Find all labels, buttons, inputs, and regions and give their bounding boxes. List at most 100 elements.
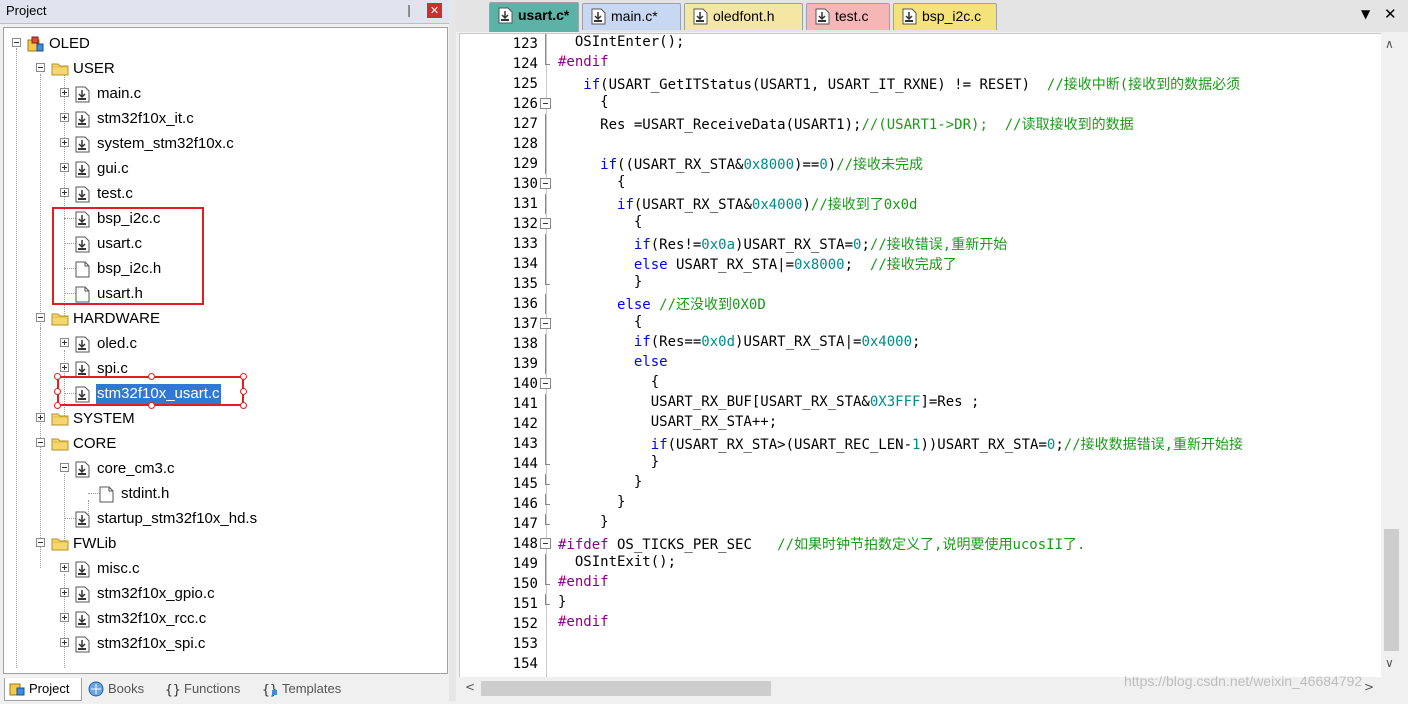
code-line[interactable]: OSIntEnter(); — [558, 34, 685, 54]
collapse-toggle-icon[interactable] — [60, 463, 69, 472]
pane-splitter[interactable] — [449, 0, 456, 701]
tree-item[interactable]: stm32f10x_it.c — [4, 107, 444, 131]
file-tab[interactable]: usart.c* — [489, 2, 579, 32]
fold-collapse-icon[interactable] — [540, 178, 551, 189]
file-tab[interactable]: main.c* — [582, 3, 681, 30]
pin-icon[interactable]: ❘ — [402, 3, 416, 18]
code-line[interactable]: } — [558, 274, 642, 294]
expand-toggle-icon[interactable] — [36, 413, 45, 422]
tree-item[interactable]: gui.c — [4, 157, 444, 181]
code-line[interactable]: if(USART_GetITStatus(USART1, USART_IT_RX… — [558, 74, 1240, 94]
scroll-left-icon[interactable]: < — [465, 680, 475, 694]
collapse-toggle-icon[interactable] — [36, 313, 45, 322]
code-line[interactable]: else USART_RX_STA|=0x8000; //接收完成了 — [558, 254, 957, 274]
tree-item[interactable]: system_stm32f10x.c — [4, 132, 444, 156]
expand-toggle-icon[interactable] — [60, 163, 69, 172]
expand-toggle-icon[interactable] — [60, 563, 69, 572]
file-tab[interactable]: oledfont.h — [684, 3, 803, 30]
file-tab[interactable]: test.c — [806, 3, 890, 30]
expand-toggle-icon[interactable] — [60, 613, 69, 622]
expand-toggle-icon[interactable] — [60, 188, 69, 197]
tree-item[interactable]: oled.c — [4, 332, 444, 356]
project-tree: OLED USER main.c stm32f10x_it.c system_stm32… — [3, 27, 448, 674]
tree-item-label: core_cm3.c — [97, 460, 175, 477]
code-line[interactable]: if(Res==0x0d)USART_RX_STA|=0x4000; — [558, 334, 921, 354]
expand-toggle-icon[interactable] — [60, 638, 69, 647]
collapse-toggle-icon[interactable] — [36, 438, 45, 447]
expand-toggle-icon[interactable] — [60, 113, 69, 122]
code-line[interactable]: #endif — [558, 54, 609, 74]
tree-item[interactable]: CORE — [4, 432, 444, 456]
vertical-scrollbar[interactable]: ∧ ∨ — [1381, 33, 1401, 676]
code-line[interactable]: } — [558, 454, 659, 474]
code-line[interactable]: { — [558, 174, 625, 194]
tab-list-dropdown-icon[interactable]: ▼ — [1361, 7, 1370, 21]
close-tab-icon[interactable]: ✕ — [1384, 5, 1397, 23]
code-line[interactable]: #endif — [558, 614, 609, 634]
vertical-scroll-thumb[interactable] — [1384, 529, 1399, 651]
expand-toggle-icon[interactable] — [60, 363, 69, 372]
code-line[interactable]: USART_RX_BUF[USART_RX_STA&0X3FFF]=Res ; — [558, 394, 980, 414]
file-tab-label: test.c — [835, 8, 869, 24]
tree-item[interactable]: OLED — [4, 32, 444, 56]
tree-item[interactable]: test.c — [4, 182, 444, 206]
tree-item[interactable]: stm32f10x_spi.c — [4, 632, 444, 656]
collapse-toggle-icon[interactable] — [36, 538, 45, 547]
horizontal-scroll-thumb[interactable] — [481, 681, 771, 696]
expand-toggle-icon[interactable] — [60, 588, 69, 597]
fold-end-marker — [545, 504, 550, 505]
code-line[interactable]: if(Res!=0x0a)USART_RX_STA=0;//接收错误,重新开始 — [558, 234, 1007, 254]
code-line[interactable]: USART_RX_STA++; — [558, 414, 777, 434]
code-line[interactable]: } — [558, 594, 566, 614]
code-line[interactable]: { — [558, 374, 659, 394]
code-line[interactable]: #endif — [558, 574, 609, 594]
tree-item[interactable]: USER — [4, 57, 444, 81]
scroll-up-icon[interactable]: ∧ — [1385, 37, 1394, 51]
expand-toggle-icon[interactable] — [60, 338, 69, 347]
code-line[interactable]: #ifdef OS_TICKS_PER_SEC //如果时钟节拍数定义了,说明要… — [558, 534, 1085, 554]
bottom-tab-functions[interactable]: {} Functions — [160, 678, 254, 700]
bottom-tab-templates[interactable]: {} Templates — [258, 678, 354, 700]
code-line[interactable]: } — [558, 514, 608, 534]
close-pane-button[interactable]: ✕ — [427, 3, 442, 18]
code-line[interactable]: if((USART_RX_STA&0x8000)==0)//接收未完成 — [558, 154, 923, 174]
code-line[interactable]: { — [558, 214, 642, 234]
tree-item[interactable]: stm32f10x_rcc.c — [4, 607, 444, 631]
fold-collapse-icon[interactable] — [540, 538, 551, 549]
tree-item[interactable]: startup_stm32f10x_hd.s — [4, 507, 444, 531]
expand-toggle-icon[interactable] — [60, 138, 69, 147]
fold-collapse-icon[interactable] — [540, 318, 551, 329]
bottom-tab-project[interactable]: Project — [4, 678, 82, 701]
tree-item[interactable]: stm32f10x_gpio.c — [4, 582, 444, 606]
code-line[interactable]: if(USART_RX_STA&0x4000)//接收到了0x0d — [558, 194, 917, 214]
code-line[interactable]: } — [558, 474, 642, 494]
collapse-toggle-icon[interactable] — [36, 63, 45, 72]
code-line[interactable]: OSIntExit(); — [558, 554, 676, 574]
scroll-down-icon[interactable]: ∨ — [1385, 656, 1394, 670]
tree-item[interactable]: SYSTEM — [4, 407, 444, 431]
tree-item[interactable]: misc.c — [4, 557, 444, 581]
scroll-right-icon[interactable]: > — [1364, 680, 1374, 694]
tree-item[interactable]: stdint.h — [4, 482, 444, 506]
code-line[interactable]: if(USART_RX_STA>(USART_REC_LEN-1))USART_… — [558, 434, 1243, 454]
code-editor[interactable]: 123 124 125 126 127 128 129 130 131 132 133 134 135 1… — [459, 33, 1382, 677]
expand-toggle-icon[interactable] — [60, 88, 69, 97]
fold-guide — [545, 354, 546, 374]
bottom-tab-books[interactable]: Books — [84, 678, 156, 700]
fold-collapse-icon[interactable] — [540, 378, 551, 389]
fold-collapse-icon[interactable] — [540, 218, 551, 229]
tree-item[interactable]: FWLib — [4, 532, 444, 556]
collapse-toggle-icon[interactable] — [12, 38, 21, 47]
code-line[interactable]: } — [558, 494, 625, 514]
fold-guide — [545, 454, 546, 464]
code-line[interactable]: else — [558, 354, 668, 374]
code-line[interactable]: { — [558, 314, 642, 334]
code-line[interactable]: else //还没收到0X0D — [558, 294, 766, 314]
file-tab[interactable]: bsp_i2c.c — [893, 3, 997, 30]
code-line[interactable]: Res =USART_ReceiveData(USART1);//(USART1… — [558, 114, 1133, 134]
tree-item[interactable]: HARDWARE — [4, 307, 444, 331]
code-line[interactable]: { — [558, 94, 608, 114]
tree-item[interactable]: core_cm3.c — [4, 457, 444, 481]
fold-collapse-icon[interactable] — [540, 98, 551, 109]
tree-item[interactable]: main.c — [4, 82, 444, 106]
